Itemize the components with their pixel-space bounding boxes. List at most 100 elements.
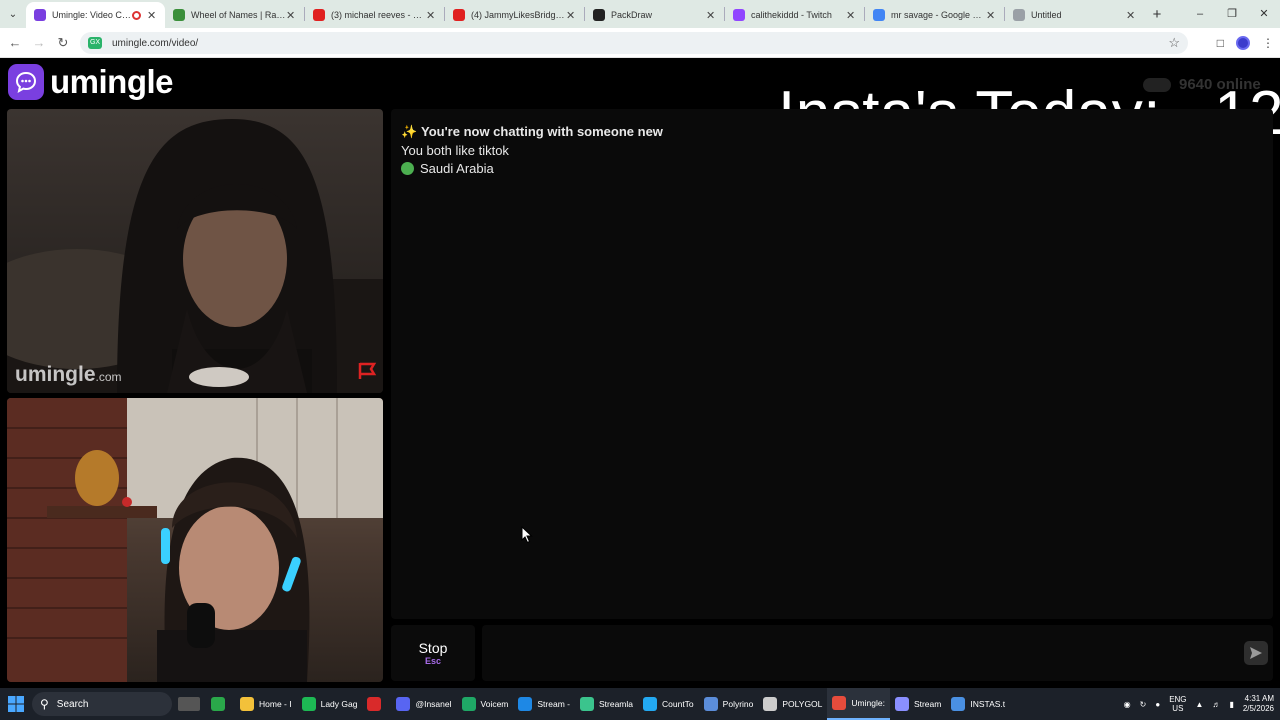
- taskbar-app[interactable]: INSTAS.t: [946, 688, 1010, 720]
- tab-title: Untitled: [1031, 10, 1062, 20]
- taskbar-app-label: Home - I: [259, 699, 292, 709]
- close-tab-icon[interactable]: ✕: [426, 9, 436, 22]
- mic-tray-icon[interactable]: ●: [1155, 700, 1160, 709]
- windows-taskbar: ⚲ Search Home - I Lady Gag @Insanel Voicem S…: [0, 688, 1280, 720]
- extensions-icon[interactable]: □: [1217, 36, 1224, 50]
- stop-shortcut: Esc: [424, 656, 441, 666]
- minimize-icon[interactable]: –: [1184, 0, 1216, 28]
- browser-tab[interactable]: Untitled ✕: [1005, 2, 1144, 28]
- reload-icon[interactable]: ↻: [51, 35, 75, 51]
- taskbar-app[interactable]: Home - I: [235, 688, 297, 720]
- taskbar-app[interactable]: [206, 688, 235, 720]
- tab-title: calithekiddd - Twitch: [751, 10, 832, 20]
- search-label: Search: [56, 698, 89, 710]
- stranger-video: umingle.com: [7, 109, 383, 393]
- taskbar-app-label: INSTAS.t: [970, 699, 1006, 709]
- browser-tab[interactable]: (3) michael reeves - YouTube✕: [305, 2, 444, 28]
- start-windows-icon[interactable]: [0, 688, 32, 720]
- window-controls: – ❐ ✕: [1184, 0, 1280, 28]
- tab-strip: ⌄ Umingle: Video Chat ✕ Wheel of Names | R…: [0, 0, 1280, 28]
- profile-avatar[interactable]: [1236, 36, 1250, 50]
- close-tab-icon[interactable]: ✕: [986, 9, 996, 22]
- app-icon: [894, 697, 909, 711]
- language-indicator[interactable]: ENG US: [1169, 695, 1186, 713]
- battery-icon[interactable]: ▮: [1229, 700, 1233, 709]
- forward-icon[interactable]: →: [27, 35, 51, 50]
- close-window-icon[interactable]: ✕: [1248, 0, 1280, 28]
- send-button[interactable]: [1244, 641, 1268, 665]
- browser-tab[interactable]: (4) JammyLikesBridging ✕: [445, 2, 584, 28]
- taskbar-app[interactable]: @Insanel: [391, 688, 456, 720]
- logo-text: umingle: [50, 63, 174, 100]
- tab-title: Umingle: Video Chat: [52, 10, 132, 20]
- close-tab-icon[interactable]: ✕: [566, 9, 576, 22]
- message-input[interactable]: [482, 625, 1273, 681]
- system-message: ✨ You're now chatting with someone new: [401, 124, 663, 139]
- wifi-icon[interactable]: ▲: [1196, 700, 1204, 709]
- taskbar-app[interactable]: Lady Gag: [297, 688, 363, 720]
- tab-search-icon[interactable]: ⌄: [0, 0, 26, 28]
- umingle-logo[interactable]: umingle: [8, 63, 174, 101]
- clock[interactable]: 4:31 AM 2/5/2026: [1243, 694, 1274, 714]
- stop-label: Stop: [418, 640, 448, 656]
- tab-favicon-icon: [593, 9, 605, 21]
- close-tab-icon[interactable]: ✕: [1126, 9, 1136, 22]
- browser-tab[interactable]: Umingle: Video Chat ✕: [26, 2, 165, 28]
- browser-tab[interactable]: calithekiddd - Twitch ✕: [725, 2, 864, 28]
- close-tab-icon[interactable]: ✕: [147, 9, 157, 22]
- url-text: umingle.com/video/: [112, 37, 199, 49]
- browser-tab[interactable]: PackDraw ✕: [585, 2, 724, 28]
- app-icon: [396, 697, 411, 711]
- close-tab-icon[interactable]: ✕: [846, 9, 856, 22]
- app-icon: [518, 697, 533, 711]
- browser-tab[interactable]: Wheel of Names | Random✕: [165, 2, 304, 28]
- taskbar-app[interactable]: Polyrino: [699, 688, 759, 720]
- recording-indicator-icon: [132, 10, 141, 20]
- system-tray: ◉ ↻ ● ENG US ▲ ♬ ▮ 4:31 AM 2/5/2026: [1124, 688, 1274, 720]
- taskbar-app[interactable]: Stream: [890, 688, 946, 720]
- app-icon: [763, 697, 778, 711]
- taskbar-app[interactable]: Voicem: [457, 688, 514, 720]
- taskbar-app-label: Stream -: [537, 699, 570, 709]
- taskbar-app[interactable]: CountTo: [638, 688, 699, 720]
- taskbar-app[interactable]: Umingle:: [827, 688, 890, 720]
- browser-tab[interactable]: mr savage - Google Search✕: [865, 2, 1004, 28]
- sparkles-icon: ✨: [401, 124, 418, 139]
- close-tab-icon[interactable]: ✕: [286, 9, 296, 22]
- taskbar-app[interactable]: [362, 688, 391, 720]
- stop-button[interactable]: Stop Esc: [391, 625, 475, 681]
- back-icon[interactable]: ←: [3, 35, 27, 50]
- taskbar-app-label: Voicem: [480, 699, 509, 709]
- tab-favicon-icon: [313, 9, 325, 21]
- taskbar-search[interactable]: ⚲ Search: [32, 692, 172, 716]
- taskbar-app[interactable]: POLYGOL: [758, 688, 827, 720]
- site-info-icon[interactable]: GX: [88, 37, 102, 49]
- taskbar-app-label: Polyrino: [722, 699, 754, 709]
- taskbar-app-label: POLYGOL: [782, 699, 823, 709]
- taskbar-app[interactable]: Stream -: [513, 688, 575, 720]
- umingle-watermark: umingle.com: [15, 363, 122, 386]
- app-icon: [367, 697, 382, 711]
- maximize-icon[interactable]: ❐: [1216, 0, 1248, 28]
- app-icon: [643, 697, 657, 711]
- app-icon: [461, 697, 476, 711]
- app-icon: [211, 697, 225, 711]
- volume-icon[interactable]: ♬: [1212, 700, 1220, 709]
- taskbar-app[interactable]: Streamla: [575, 688, 638, 720]
- self-video-frame: [7, 398, 383, 682]
- url-input[interactable]: GX umingle.com/video/ ☆: [80, 32, 1188, 54]
- new-tab-button[interactable]: +: [1144, 6, 1170, 23]
- taskbar-app-label: Stream: [913, 699, 942, 709]
- tab-favicon-icon: [453, 9, 465, 21]
- send-icon: [1250, 647, 1262, 659]
- country-message: Saudi Arabia: [401, 161, 494, 176]
- discord-tray-icon[interactable]: ◉: [1124, 700, 1131, 709]
- bookmark-star-icon[interactable]: ☆: [1168, 35, 1180, 51]
- globe-icon: [401, 162, 414, 175]
- menu-kebab-icon[interactable]: ⋮: [1262, 36, 1274, 50]
- report-flag-icon[interactable]: [357, 362, 377, 385]
- sync-tray-icon[interactable]: ↻: [1140, 700, 1147, 709]
- close-tab-icon[interactable]: ✕: [706, 9, 716, 22]
- task-view-icon[interactable]: [178, 697, 200, 711]
- tab-favicon-icon: [34, 9, 46, 21]
